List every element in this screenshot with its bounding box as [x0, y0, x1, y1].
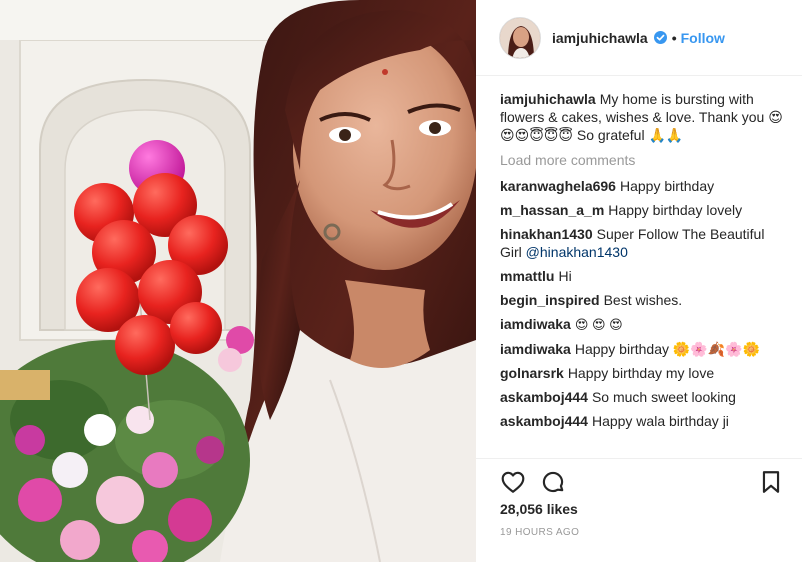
post-caption: iamjuhichawla My home is bursting with fl…: [500, 90, 784, 144]
photo-illustration: [0, 0, 476, 562]
comment-username[interactable]: golnarsrk: [500, 365, 564, 381]
comment-username[interactable]: askamboj444: [500, 413, 588, 429]
comment-username[interactable]: iamdiwaka: [500, 316, 571, 332]
comment-username[interactable]: karanwaghela696: [500, 178, 616, 194]
post-photo[interactable]: [0, 0, 476, 562]
comment-item: askamboj444 Happy wala birthday ji: [500, 412, 784, 430]
avatar[interactable]: [499, 16, 541, 59]
verified-badge-icon: [653, 31, 667, 44]
post-actions: 28,056 likes 19 HOURS AGO: [476, 458, 802, 562]
comment-item: hinakhan1430 Super Follow The Beautiful G…: [500, 225, 784, 261]
comment-text: Happy birthday lovely: [608, 202, 743, 218]
post-header: iamjuhichawla • Follow: [476, 0, 802, 76]
comment-text: Happy birthday 🌼🌸🍂🌸🌼: [574, 341, 761, 357]
likes-count[interactable]: 28,056 likes: [500, 501, 578, 517]
follow-button[interactable]: Follow: [681, 30, 725, 46]
heart-icon[interactable]: [500, 469, 526, 495]
comment-mention-link[interactable]: @hinakhan1430: [526, 244, 628, 260]
comment-username[interactable]: hinakhan1430: [500, 226, 593, 242]
comment-item: m_hassan_a_m Happy birthday lovely: [500, 201, 784, 219]
header-separator: •: [671, 29, 677, 46]
comment-bubble-icon[interactable]: [540, 469, 566, 495]
comment-text: So much sweet looking: [591, 389, 736, 405]
avatar-image: [500, 17, 540, 58]
comment-item: iamdiwaka 😍 😍 😍: [500, 315, 784, 334]
action-row: [500, 469, 782, 495]
comment-text: Happy wala birthday ji: [591, 413, 729, 429]
bookmark-icon[interactable]: [758, 469, 784, 495]
comment-item: karanwaghela696 Happy birthday: [500, 177, 784, 195]
post-side-panel: iamjuhichawla • Follow iamjuhichawla My h…: [476, 0, 802, 562]
load-more-comments-button[interactable]: Load more comments: [500, 151, 784, 169]
comment-item: iamdiwaka Happy birthday 🌼🌸🍂🌸🌼: [500, 340, 784, 358]
comment-item: mmattlu Hi: [500, 267, 784, 285]
comment-username[interactable]: askamboj444: [500, 389, 588, 405]
post-timestamp: 19 HOURS AGO: [500, 527, 580, 538]
comment-text: Hi: [558, 268, 572, 284]
comment-username[interactable]: iamdiwaka: [500, 341, 571, 357]
comment-username[interactable]: m_hassan_a_m: [500, 202, 604, 218]
comment-username[interactable]: begin_inspired: [500, 292, 600, 308]
comment-item: golnarsrk Happy birthday my love: [500, 364, 784, 382]
comment-username[interactable]: mmattlu: [500, 268, 554, 284]
comment-text: 😍 😍 😍: [574, 317, 623, 332]
comment-text: Happy birthday my love: [567, 365, 715, 381]
comments-list[interactable]: iamjuhichawla My home is bursting with fl…: [500, 90, 784, 458]
comment-item: begin_inspired Best wishes.: [500, 291, 784, 309]
header-username[interactable]: iamjuhichawla: [552, 30, 648, 46]
comment-text: Best wishes.: [603, 292, 683, 308]
comment-item: askamboj444 So much sweet looking: [500, 388, 784, 406]
caption-username[interactable]: iamjuhichawla: [500, 91, 596, 107]
comment-text: Happy birthday: [619, 178, 715, 194]
